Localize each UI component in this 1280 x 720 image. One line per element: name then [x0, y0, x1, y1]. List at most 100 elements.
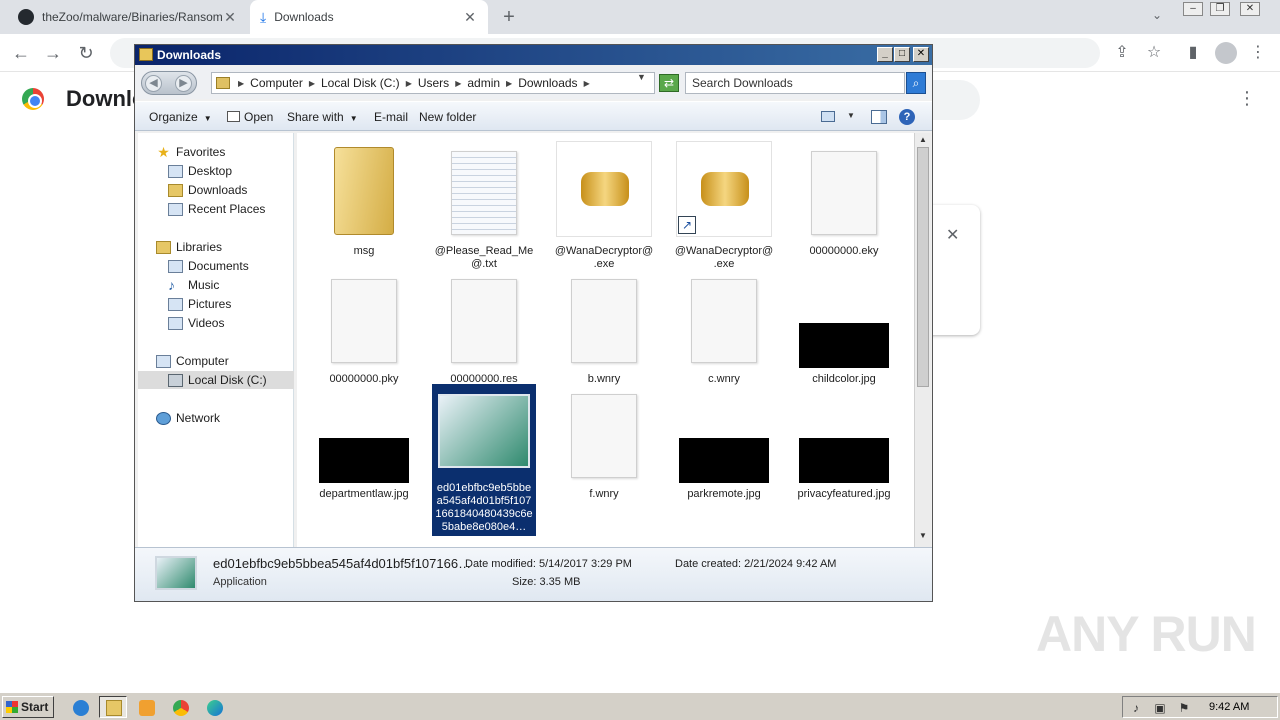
recent-places-icon [168, 202, 183, 216]
breadcrumb-item[interactable]: admin [467, 76, 500, 90]
share-with-button[interactable]: Share with ▼ [287, 110, 358, 124]
breadcrumb-item[interactable]: Users [418, 76, 449, 90]
close-icon[interactable]: ✕ [946, 225, 959, 245]
help-icon[interactable]: ? [899, 109, 915, 125]
file-item[interactable]: departmentlaw.jpg [312, 384, 416, 534]
email-button[interactable]: E-mail [374, 110, 408, 124]
tab-github[interactable]: theZoo/malware/Binaries/Ransomwa ✕ [8, 0, 248, 34]
refresh-icon[interactable]: ⇄ [659, 74, 679, 92]
application-thumbnail [438, 394, 530, 468]
taskbar-ie[interactable] [66, 696, 94, 718]
back-arrow-icon[interactable]: ← [10, 42, 32, 64]
profile-avatar[interactable] [1215, 42, 1237, 64]
chevron-right-icon[interactable]: ▶ [584, 79, 590, 88]
tab-downloads[interactable]: ⤓ Downloads ✕ [250, 0, 488, 34]
tab-search-chevron-icon[interactable]: ⌄ [1152, 8, 1162, 22]
reload-icon[interactable]: ↻ [75, 42, 97, 64]
address-bar[interactable]: ▶ Computer ▶ Local Disk (C:) ▶ Users ▶ a… [211, 72, 655, 94]
details-file-name: ed01ebfbc9eb5bbea545af4d01bf5f107166… [213, 556, 472, 571]
browser-tabstrip: theZoo/malware/Binaries/Ransomwa ✕ ⤓ Dow… [0, 0, 1280, 34]
nav-network[interactable]: Network [156, 409, 220, 427]
network-tray-icon[interactable]: ▣ [1153, 701, 1167, 715]
preview-pane-icon[interactable] [871, 110, 887, 124]
file-name: f.wnry [589, 488, 619, 500]
bookmark-star-icon[interactable]: ☆ [1144, 43, 1164, 63]
network-icon [156, 411, 171, 425]
close-button[interactable]: ✕ [913, 47, 929, 62]
nav-favorites[interactable]: ★ Favorites [156, 143, 225, 161]
page-menu-icon[interactable]: ⋮ [1238, 88, 1256, 109]
taskbar-chrome[interactable] [166, 696, 194, 718]
file-item[interactable]: f.wnry [552, 384, 656, 534]
close-tab-icon[interactable]: ✕ [222, 9, 238, 25]
breadcrumb-item[interactable]: Computer [250, 76, 303, 90]
change-view-icon[interactable] [821, 111, 835, 122]
forward-arrow-icon[interactable]: → [42, 42, 64, 64]
close-tab-icon[interactable]: ✕ [462, 9, 478, 25]
scroll-down-icon[interactable]: ▼ [917, 531, 929, 543]
breadcrumb-item[interactable]: Downloads [518, 76, 577, 90]
nav-libraries[interactable]: Libraries [156, 238, 222, 256]
search-input[interactable]: Search Downloads [685, 72, 905, 94]
scroll-up-icon[interactable]: ▲ [917, 135, 929, 147]
vertical-scrollbar[interactable]: ▲ ▼ [914, 133, 931, 547]
start-button[interactable]: Start [2, 696, 54, 718]
nav-music[interactable]: ♪ Music [168, 276, 219, 294]
scroll-thumb[interactable] [917, 147, 929, 387]
taskbar-edge[interactable] [200, 696, 228, 718]
nav-label: Recent Places [188, 202, 266, 216]
breadcrumb-item[interactable]: Local Disk (C:) [321, 76, 400, 90]
maximize-button[interactable]: □ [894, 47, 910, 62]
open-button[interactable]: Open [227, 110, 273, 124]
file-icon [571, 394, 637, 478]
browser-menu-icon[interactable]: ⋮ [1248, 43, 1268, 63]
taskbar-explorer[interactable] [99, 696, 127, 718]
organize-button[interactable]: Organize ▼ [149, 110, 212, 124]
explorer-titlebar[interactable]: Downloads _ □ ✕ [135, 45, 932, 65]
file-item-selected[interactable]: ed01ebfbc9eb5bbea545af4d01bf5f1071661840… [432, 384, 536, 536]
nav-label: Computer [176, 354, 229, 368]
chevron-down-icon[interactable]: ▼ [847, 111, 855, 120]
chevron-right-icon[interactable]: ▶ [406, 79, 412, 88]
file-item[interactable]: privacyfeatured.jpg [792, 384, 896, 534]
minimize-button[interactable]: _ [877, 47, 893, 62]
back-forward-buttons: ◀ ▶ [141, 71, 197, 95]
address-dropdown-icon[interactable]: ▼ [637, 72, 646, 82]
close-window-button[interactable]: ✕ [1240, 2, 1260, 16]
nav-computer[interactable]: Computer [156, 352, 229, 370]
chevron-right-icon[interactable]: ▶ [455, 79, 461, 88]
forward-arrow-icon[interactable]: ▶ [175, 75, 192, 92]
chevron-right-icon[interactable]: ▶ [238, 79, 244, 88]
system-tray: ♪ ▣ ⚑ 9:42 AM [1122, 696, 1278, 718]
side-panel-icon[interactable]: ▮ [1183, 43, 1203, 63]
nav-pictures[interactable]: Pictures [168, 295, 231, 313]
back-arrow-icon[interactable]: ◀ [145, 75, 162, 92]
nav-local-disk[interactable]: Local Disk (C:) [138, 371, 294, 389]
volume-icon[interactable]: ♪ [1129, 701, 1143, 715]
nav-label: Favorites [176, 145, 226, 159]
edge-icon [207, 700, 223, 716]
nav-documents[interactable]: Documents [168, 257, 249, 275]
taskbar-media-player[interactable] [132, 696, 160, 718]
restore-button[interactable]: ❐ [1210, 2, 1230, 16]
chevron-right-icon[interactable]: ▶ [506, 79, 512, 88]
nav-videos[interactable]: Videos [168, 314, 224, 332]
search-icon[interactable]: ⌕ [906, 72, 926, 94]
drive-icon [168, 373, 183, 387]
chevron-right-icon[interactable]: ▶ [309, 79, 315, 88]
libraries-icon [156, 240, 171, 254]
documents-icon [168, 259, 183, 273]
file-item[interactable]: parkremote.jpg [672, 384, 776, 534]
download-icon: ⤓ [260, 8, 267, 25]
new-tab-button[interactable]: + [498, 6, 520, 28]
nav-label: Desktop [188, 164, 233, 178]
share-icon[interactable]: ⇪ [1112, 43, 1132, 63]
new-folder-button[interactable]: New folder [419, 110, 476, 124]
nav-desktop[interactable]: Desktop [168, 162, 232, 180]
minimize-button[interactable]: – [1183, 2, 1203, 16]
nav-recent-places[interactable]: Recent Places [168, 200, 265, 218]
shortcut-arrow-icon: ↗ [678, 216, 696, 234]
image-thumbnail [799, 323, 889, 368]
flag-icon[interactable]: ⚑ [1177, 701, 1191, 715]
nav-downloads[interactable]: Downloads [168, 181, 247, 199]
